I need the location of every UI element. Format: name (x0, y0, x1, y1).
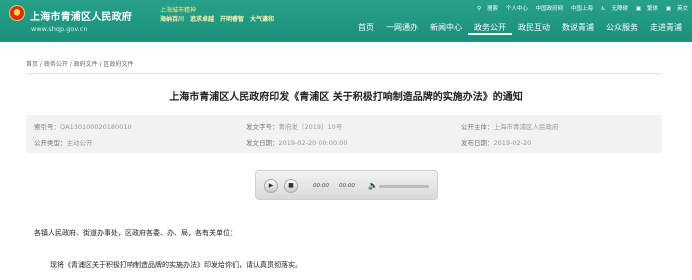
city-spirit: 上海城市精神 海纳百川 追求卓越 开明睿智 大气谦和 (160, 6, 280, 24)
current-time: 00:00 (313, 183, 329, 189)
nav-about[interactable]: 走进青浦 (644, 22, 688, 33)
salutation-paragraph: 各镇人民政府、街道办事处，区政府各委、办、局，各有关单位： (34, 229, 237, 237)
main-nav: 首页 一网通办 新闻中心 政务公开 政民互动 数说青浦 公众服务 走进青浦 (352, 22, 688, 35)
nav-home[interactable]: 首页 (352, 22, 380, 33)
doc-no-value: 青府发〔2019〕10号 (278, 123, 343, 131)
english-icon[interactable]: ▣ (666, 6, 671, 12)
nav-interaction[interactable]: 政民互动 (512, 22, 556, 33)
spirit-word: 海纳百川 (160, 16, 185, 23)
play-icon[interactable]: ▶ (264, 179, 278, 193)
volume-icon[interactable]: 🔈 (368, 181, 378, 190)
nav-gov-affairs[interactable]: 政务公开 (468, 22, 512, 35)
site-name[interactable]: 上海市青浦区人民政府 (30, 8, 132, 23)
nav-news[interactable]: 新闻中心 (424, 22, 468, 33)
date-label: 发文日期： (246, 139, 279, 147)
top-link-accessibility[interactable]: 无障碍 (612, 6, 629, 12)
city-spirit-title: 上海城市精神 (160, 7, 197, 14)
traditional-chinese-icon[interactable]: ▣ (636, 6, 641, 12)
subject-label: 公开主体： (461, 123, 494, 131)
top-link-shanghai[interactable]: 中国上海 (571, 6, 593, 12)
index-value: QA130100020180010 (60, 123, 132, 131)
pub-date-value: 2019-02-20 (493, 139, 532, 147)
document-metadata: 索引号：QA130100020180010 发文字号：青府发〔2019〕10号 … (26, 115, 662, 153)
top-link-search[interactable]: 搜索 (487, 6, 498, 12)
spirit-word: 大气谦和 (250, 16, 275, 23)
pub-date-label: 发布日期： (461, 139, 494, 147)
national-emblem-icon (9, 5, 25, 21)
stop-icon[interactable]: ■ (284, 179, 298, 193)
spirit-word: 开明睿智 (220, 16, 245, 23)
top-link-traditional[interactable]: 繁体 (647, 6, 658, 12)
duration-time: 00:00 (339, 183, 355, 189)
subject-value: 上海市青浦区人民政府 (493, 123, 559, 131)
nav-public-service[interactable]: 公众服务 (600, 22, 644, 33)
site-header: 上海市青浦区人民政府 www.shqp.gov.cn 上海城市精神 海纳百川 追求… (0, 0, 692, 42)
nav-one-stop[interactable]: 一网通办 (380, 22, 424, 33)
accessibility-icon[interactable]: ♿ (601, 6, 606, 12)
type-value: 主动公开 (66, 139, 93, 147)
index-label: 索引号： (34, 123, 60, 131)
site-url: www.shqp.gov.cn (31, 25, 88, 33)
doc-no-label: 发文字号： (246, 123, 279, 131)
divider (26, 73, 662, 74)
nav-data[interactable]: 数说青浦 (556, 22, 600, 33)
top-link-gov-cn[interactable]: 中国政府网 (536, 6, 564, 12)
type-label: 公开类型： (34, 139, 67, 147)
body-paragraph: 现将《青浦区关于积极打响制造品牌的实施办法》印发给你们，请认真贯彻落实。 (50, 261, 302, 269)
top-link-english[interactable]: 英文 (677, 6, 688, 12)
page-title: 上海市青浦区人民政府印发《青浦区 关于积极打响制造品牌的实施办法》的通知 (169, 92, 523, 103)
breadcrumb[interactable]: 首页 / 政务公开 / 政府文件 / 区政府文件 (26, 59, 134, 68)
top-links: ⚲ 搜索 个人中心 中国政府网 中国上海 ♿ 无障碍 ▣ 繁体 ▣ 英文 (471, 4, 688, 12)
volume-slider[interactable] (379, 185, 429, 188)
search-icon[interactable]: ⚲ (477, 6, 481, 12)
date-value: 2019-02-20 00:00:00 (278, 139, 348, 147)
top-link-personal-center[interactable]: 个人中心 (506, 6, 528, 12)
audio-player: ▶ ■ 00:00 00:00 🔈 (255, 170, 438, 200)
spirit-word: 追求卓越 (190, 16, 215, 23)
